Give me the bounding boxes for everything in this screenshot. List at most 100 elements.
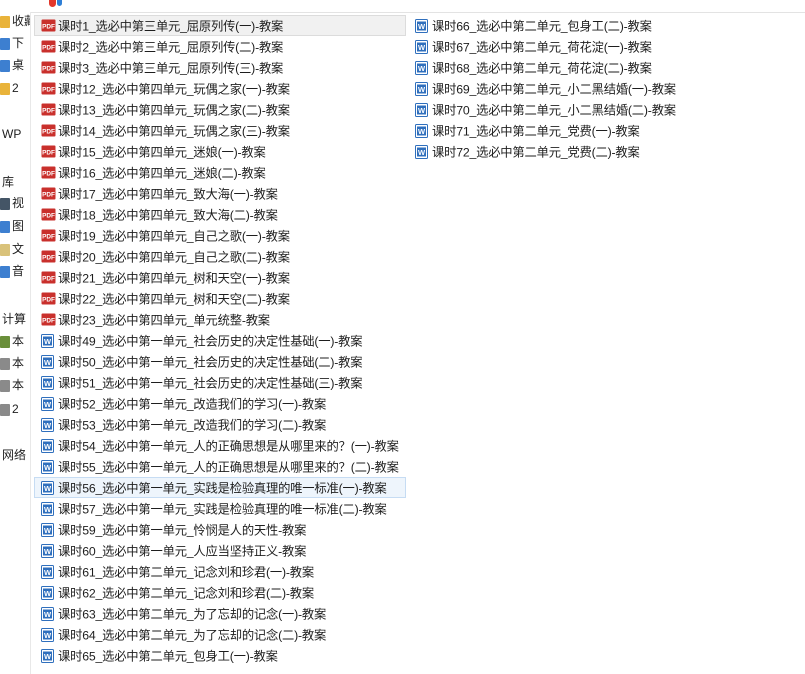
nav-item-label: 下	[12, 36, 25, 50]
svg-text:W: W	[418, 127, 426, 136]
word-file-item[interactable]: W 课时61_选必中第二单元_记念刘和珍君(一)-教案	[34, 561, 406, 582]
svg-text:W: W	[44, 631, 52, 640]
nav-item[interactable]: 库	[2, 172, 14, 192]
pdf-file-item[interactable]: PDF 课时19_选必中第四单元_自己之歌(一)-教案	[34, 225, 406, 246]
word-file-item[interactable]: W 课时49_选必中第一单元_社会历史的决定性基础(一)-教案	[34, 330, 406, 351]
nav-item-label: 计算	[2, 312, 27, 326]
svg-text:W: W	[44, 400, 52, 409]
file-name: 课时62_选必中第二单元_记念刘和珍君(二)-教案	[58, 586, 314, 601]
nav-item[interactable]: 视	[0, 193, 24, 213]
pdf-file-item[interactable]: PDF 课时20_选必中第四单元_自己之歌(二)-教案	[34, 246, 406, 267]
svg-text:W: W	[44, 526, 52, 535]
word-file-item[interactable]: W 课时72_选必中第二单元_党费(二)-教案	[408, 141, 683, 162]
file-name: 课时63_选必中第二单元_为了忘却的记念(一)-教案	[58, 607, 327, 622]
nav-item[interactable]: 收藏	[0, 12, 30, 31]
word-file-item[interactable]: W 课时50_选必中第一单元_社会历史的决定性基础(二)-教案	[34, 351, 406, 372]
word-document-icon: W	[41, 333, 54, 348]
folder-icon	[0, 82, 10, 95]
pdf-file-item[interactable]: PDF 课时22_选必中第四单元_树和天空(二)-教案	[34, 288, 406, 309]
word-file-item[interactable]: W 课时62_选必中第二单元_记念刘和珍君(二)-教案	[34, 582, 406, 603]
navigation-pane[interactable]: 收藏下桌2WP库视图文音计算本本本2网络	[0, 12, 31, 674]
nav-item-label: 图	[12, 219, 25, 233]
nav-item[interactable]: 2	[0, 78, 19, 98]
word-file-item[interactable]: W 课时54_选必中第一单元_人的正确思想是从哪里来的？(一)-教案	[34, 435, 406, 456]
pdf-file-item[interactable]: PDF 课时15_选必中第四单元_迷娘(一)-教案	[34, 141, 406, 162]
file-name: 课时69_选必中第二单元_小二黑结婚(一)-教案	[432, 82, 676, 97]
nav-item[interactable]: 音	[0, 261, 24, 281]
file-column-2: W 课时66_选必中第二单元_包身工(二)-教案 W 课时67_选必中第二单元_荷花淀…	[408, 15, 683, 162]
file-name: 课时51_选必中第一单元_社会历史的决定性基础(三)-教案	[58, 376, 363, 391]
word-file-item[interactable]: W 课时66_选必中第二单元_包身工(二)-教案	[408, 15, 683, 36]
word-document-icon: W	[415, 39, 428, 54]
pdf-file-item[interactable]: PDF 课时1_选必中第三单元_屈原列传(一)-教案	[34, 15, 406, 36]
nav-item[interactable]: 本	[0, 375, 24, 395]
word-document-icon: W	[41, 522, 54, 537]
nav-item-label: 网络	[2, 448, 27, 462]
nav-item-label: 库	[2, 175, 15, 189]
word-file-item[interactable]: W 课时55_选必中第一单元_人的正确思想是从哪里来的？(二)-教案	[34, 456, 406, 477]
file-name: 课时17_选必中第四单元_致大海(一)-教案	[58, 187, 278, 202]
word-file-item[interactable]: W 课时57_选必中第一单元_实践是检验真理的唯一标准(二)-教案	[34, 498, 406, 519]
pdf-file-item[interactable]: PDF 课时17_选必中第四单元_致大海(一)-教案	[34, 183, 406, 204]
nav-item[interactable]: 计算	[2, 309, 26, 329]
nav-item[interactable]: 文	[0, 239, 24, 259]
pdf-file-item[interactable]: PDF 课时23_选必中第四单元_单元统整-教案	[34, 309, 406, 330]
word-file-item[interactable]: W 课时52_选必中第一单元_改造我们的学习(一)-教案	[34, 393, 406, 414]
svg-text:W: W	[44, 379, 52, 388]
word-document-icon: W	[41, 606, 54, 621]
word-document-icon: W	[41, 501, 54, 516]
word-file-item[interactable]: W 课时64_选必中第二单元_为了忘却的记念(二)-教案	[34, 624, 406, 645]
svg-text:W: W	[44, 442, 52, 451]
picture-library-icon	[0, 220, 10, 233]
pdf-file-icon: PDF	[41, 61, 56, 75]
file-name: 课时61_选必中第二单元_记念刘和珍君(一)-教案	[58, 565, 314, 580]
pdf-file-item[interactable]: PDF 课时3_选必中第三单元_屈原列传(三)-教案	[34, 57, 406, 78]
word-file-item[interactable]: W 课时53_选必中第一单元_改造我们的学习(二)-教案	[34, 414, 406, 435]
file-name: 课时54_选必中第一单元_人的正确思想是从哪里来的？(一)-教案	[58, 439, 399, 454]
word-file-item[interactable]: W 课时68_选必中第二单元_荷花淀(二)-教案	[408, 57, 683, 78]
nav-item[interactable]: 本	[0, 353, 24, 373]
word-file-item[interactable]: W 课时59_选必中第一单元_怜悯是人的天性-教案	[34, 519, 406, 540]
svg-text:PDF: PDF	[42, 44, 55, 51]
word-document-icon: W	[41, 648, 54, 663]
word-file-item[interactable]: W 课时51_选必中第一单元_社会历史的决定性基础(三)-教案	[34, 372, 406, 393]
pdf-file-item[interactable]: PDF 课时14_选必中第四单元_玩偶之家(三)-教案	[34, 120, 406, 141]
word-file-item[interactable]: W 课时67_选必中第二单元_荷花淀(一)-教案	[408, 36, 683, 57]
svg-text:PDF: PDF	[42, 149, 55, 156]
star-folder-icon	[0, 15, 10, 28]
pdf-file-item[interactable]: PDF 课时13_选必中第四单元_玩偶之家(二)-教案	[34, 99, 406, 120]
file-name: 课时57_选必中第一单元_实践是检验真理的唯一标准(二)-教案	[58, 502, 387, 517]
word-document-icon: W	[41, 459, 54, 474]
pdf-file-icon: PDF	[41, 187, 56, 201]
nav-item[interactable]: 2	[0, 399, 19, 419]
pdf-file-item[interactable]: PDF 课时12_选必中第四单元_玩偶之家(一)-教案	[34, 78, 406, 99]
pdf-file-item[interactable]: PDF 课时21_选必中第四单元_树和天空(一)-教案	[34, 267, 406, 288]
pdf-file-item[interactable]: PDF 课时16_选必中第四单元_迷娘(二)-教案	[34, 162, 406, 183]
nav-item[interactable]: 网络	[2, 445, 26, 465]
file-name: 课时65_选必中第二单元_包身工(一)-教案	[58, 649, 278, 664]
word-file-item[interactable]: W 课时56_选必中第一单元_实践是检验真理的唯一标准(一)-教案	[34, 477, 406, 498]
file-name: 课时12_选必中第四单元_玩偶之家(一)-教案	[58, 82, 290, 97]
pdf-file-item[interactable]: PDF 课时18_选必中第四单元_致大海(二)-教案	[34, 204, 406, 225]
pdf-file-icon: PDF	[41, 292, 56, 306]
desktop-folder-icon	[0, 59, 10, 72]
word-file-item[interactable]: W 课时69_选必中第二单元_小二黑结婚(一)-教案	[408, 78, 683, 99]
pdf-file-icon: PDF	[41, 229, 56, 243]
file-list[interactable]: PDF 课时1_选必中第三单元_屈原列传(一)-教案 PDF 课时2_选必中第三单元_…	[31, 12, 805, 674]
file-name: 课时22_选必中第四单元_树和天空(二)-教案	[58, 292, 290, 307]
word-file-item[interactable]: W 课时65_选必中第二单元_包身工(一)-教案	[34, 645, 406, 666]
word-file-item[interactable]: W 课时70_选必中第二单元_小二黑结婚(二)-教案	[408, 99, 683, 120]
nav-item[interactable]: 本	[0, 331, 24, 351]
file-name: 课时20_选必中第四单元_自己之歌(二)-教案	[58, 250, 290, 265]
svg-text:W: W	[418, 106, 426, 115]
nav-item[interactable]: 下	[0, 33, 24, 53]
word-file-item[interactable]: W 课时71_选必中第二单元_党费(一)-教案	[408, 120, 683, 141]
nav-item[interactable]: 桌	[0, 55, 24, 75]
file-name: 课时18_选必中第四单元_致大海(二)-教案	[58, 208, 278, 223]
word-document-icon: W	[415, 81, 428, 96]
nav-item[interactable]: 图	[0, 216, 24, 236]
nav-item[interactable]: WP	[2, 124, 21, 144]
word-file-item[interactable]: W 课时60_选必中第一单元_人应当坚持正义-教案	[34, 540, 406, 561]
word-file-item[interactable]: W 课时63_选必中第二单元_为了忘却的记念(一)-教案	[34, 603, 406, 624]
pdf-file-item[interactable]: PDF 课时2_选必中第三单元_屈原列传(二)-教案	[34, 36, 406, 57]
